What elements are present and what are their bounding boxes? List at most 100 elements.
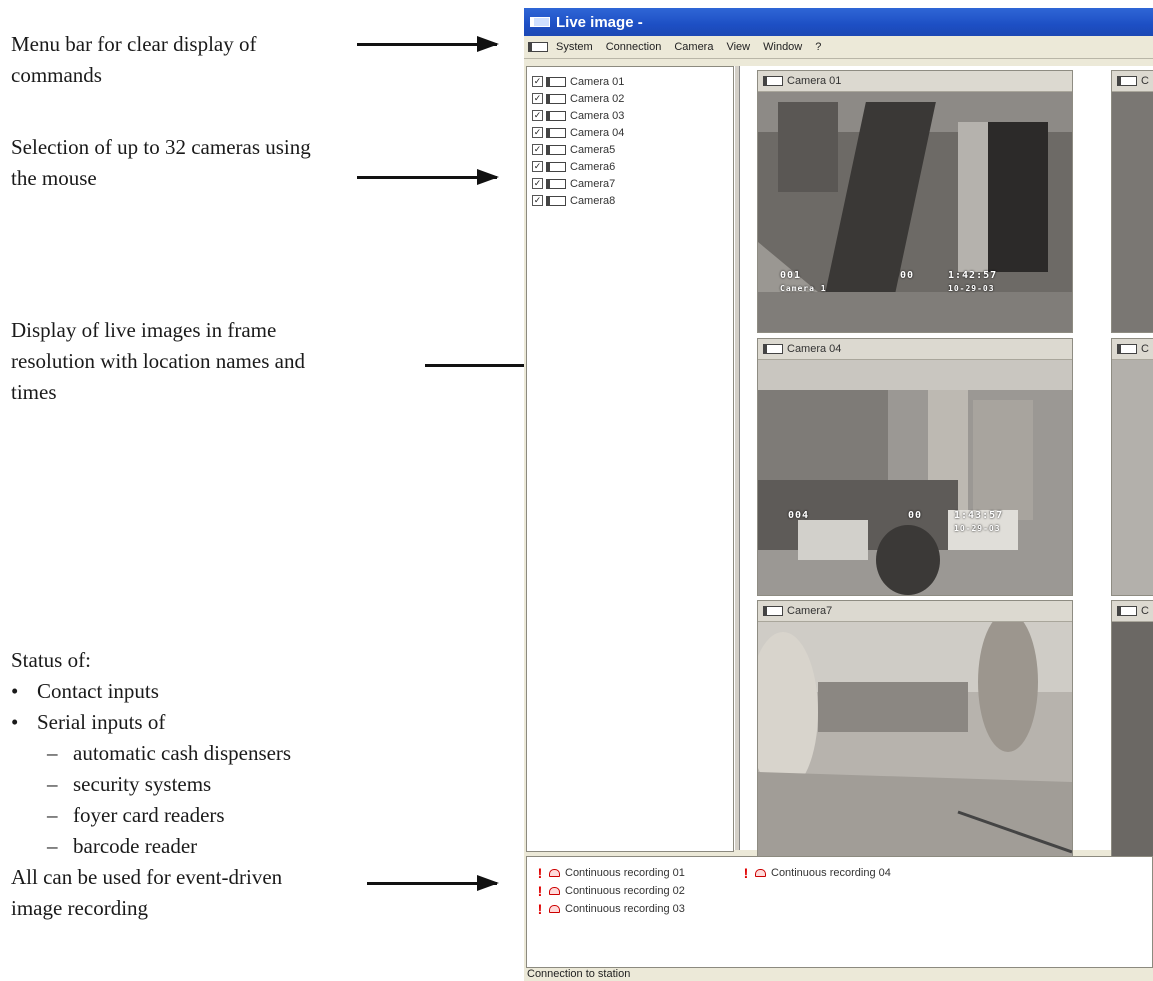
camera-checkbox[interactable]: ✓ <box>532 127 543 138</box>
sub-text: security systems <box>73 772 212 796</box>
bullet-mark: • <box>11 710 19 734</box>
osd-date: 10-29-03 <box>948 284 995 293</box>
camera-checkbox[interactable]: ✓ <box>532 161 543 172</box>
camera-icon <box>546 178 566 189</box>
menu-bar: System Connection Camera View Window ? <box>524 36 1153 59</box>
live-image <box>758 622 1072 857</box>
tile-caption: Camera7 <box>758 601 1072 622</box>
status-bar: Connection to station <box>524 968 1153 981</box>
camera-icon <box>546 93 566 104</box>
osd-camera-id: 001 <box>780 270 802 281</box>
annotation-line: Selection of up to 32 cameras using <box>11 135 311 159</box>
camera-icon <box>1117 76 1137 86</box>
annotation-line: commands <box>11 63 102 87</box>
camera-label: Camera7 <box>570 177 616 190</box>
live-view-area: Camera 01 001 00 1:42:57 Camera 1 10-29-… <box>740 66 1153 858</box>
bullet-text: Contact inputs <box>37 679 159 703</box>
camera-label: Camera6 <box>570 160 616 173</box>
camera-list-item[interactable]: ✓ Camera 03 <box>527 107 733 124</box>
camera-list-item[interactable]: ✓ Camera6 <box>527 158 733 175</box>
window-title: Live image - <box>556 13 643 31</box>
live-image-window: Live image - System Connection Camera Vi… <box>524 8 1153 981</box>
osd-date: 10-29-03 <box>954 524 1001 533</box>
alarm-icon: ! <box>537 865 543 881</box>
camera-icon <box>528 42 548 52</box>
video-tile-partial[interactable]: C <box>1111 338 1153 596</box>
camera-7-feed <box>758 622 1072 857</box>
tile-label: Camera 01 <box>787 75 842 87</box>
record-icon <box>549 869 560 877</box>
menu-view[interactable]: View <box>726 41 750 53</box>
sub-text: automatic cash dispensers <box>73 741 292 765</box>
video-tile-partial[interactable]: C <box>1111 70 1153 333</box>
title-bar[interactable]: Live image - <box>524 8 1153 36</box>
osd-time: 1:43:57 <box>954 510 1004 521</box>
bullet-mark: • <box>11 679 19 703</box>
camera-list-item[interactable]: ✓ Camera 01 <box>527 73 733 90</box>
live-image <box>1112 92 1153 332</box>
camera-icon <box>546 195 566 206</box>
camera-checkbox[interactable]: ✓ <box>532 178 543 189</box>
bullet-item: • Serial inputs of <box>11 707 291 738</box>
bullet-item: • Contact inputs <box>11 676 291 707</box>
camera-list-item[interactable]: ✓ Camera 04 <box>527 124 733 141</box>
status-heading: Status of: <box>11 648 91 672</box>
camera-icon <box>763 76 783 86</box>
tile-caption: Camera 04 <box>758 339 1072 360</box>
camera-checkbox[interactable]: ✓ <box>532 195 543 206</box>
menu-window[interactable]: Window <box>763 41 802 53</box>
menu-system[interactable]: System <box>556 41 593 53</box>
record-icon <box>755 869 766 877</box>
camera-checkbox[interactable]: ✓ <box>532 76 543 87</box>
annotation-line: Display of live images in frame <box>11 318 277 342</box>
video-tile[interactable]: Camera 04 004 00 1:43:57 10-29-03 <box>757 338 1073 596</box>
event-status-panel: ! Continuous recording 01 ! Continuous rec… <box>526 856 1153 968</box>
camera-01-feed <box>758 92 1072 332</box>
camera-checkbox[interactable]: ✓ <box>532 110 543 121</box>
annotation-status: Status of: • Contact inputs • Serial input… <box>11 645 291 924</box>
camera-icon <box>530 17 550 27</box>
menu-help[interactable]: ? <box>815 41 821 53</box>
sub-item: – security systems <box>11 769 291 800</box>
camera-list-item[interactable]: ✓ Camera7 <box>527 175 733 192</box>
sub-text: foyer card readers <box>73 803 225 827</box>
sub-item: – foyer card readers <box>11 800 291 831</box>
camera-icon <box>546 110 566 121</box>
camera-list-item[interactable]: ✓ Camera 02 <box>527 90 733 107</box>
tile-label: C <box>1141 75 1149 87</box>
video-tile[interactable]: Camera7 <box>757 600 1073 858</box>
event-item[interactable]: ! Continuous recording 01 <box>531 865 685 881</box>
camera-list-item[interactable]: ✓ Camera8 <box>527 192 733 209</box>
camera-icon <box>763 344 783 354</box>
osd-camera-id: 004 <box>788 510 810 521</box>
tile-caption: Camera 01 <box>758 71 1072 92</box>
menu-camera[interactable]: Camera <box>674 41 713 53</box>
camera-label: Camera8 <box>570 194 616 207</box>
camera-icon <box>1117 606 1137 616</box>
camera-list: ✓ Camera 01 ✓ Camera 02 ✓ Camera 03 ✓ Camera… <box>526 66 734 852</box>
event-item[interactable]: ! Continuous recording 03 <box>531 901 685 917</box>
camera-label: Camera5 <box>570 143 616 156</box>
dash-mark: – <box>47 834 58 858</box>
alarm-icon: ! <box>537 901 543 917</box>
annotation-line: times <box>11 380 57 404</box>
live-image: 004 00 1:43:57 10-29-03 <box>758 360 1072 595</box>
osd-time: 1:42:57 <box>948 270 998 281</box>
camera-label: Camera 04 <box>570 126 625 139</box>
event-item[interactable]: ! Continuous recording 02 <box>531 883 685 899</box>
annotation-live-images: Display of live images in frame resoluti… <box>11 315 305 408</box>
camera-list-item[interactable]: ✓ Camera5 <box>527 141 733 158</box>
tile-label: Camera7 <box>787 605 833 617</box>
camera-icon <box>546 76 566 87</box>
video-tile[interactable]: Camera 01 001 00 1:42:57 Camera 1 10-29-… <box>757 70 1073 333</box>
live-image: 001 00 1:42:57 Camera 1 10-29-03 <box>758 92 1072 332</box>
annotation-line: resolution with location names and <box>11 349 305 373</box>
sub-text: barcode reader <box>73 834 198 858</box>
live-image <box>1112 622 1153 857</box>
dash-mark: – <box>47 741 58 765</box>
camera-checkbox[interactable]: ✓ <box>532 144 543 155</box>
menu-connection[interactable]: Connection <box>606 41 662 53</box>
video-tile-partial[interactable]: C <box>1111 600 1153 858</box>
camera-checkbox[interactable]: ✓ <box>532 93 543 104</box>
event-item[interactable]: ! Continuous recording 04 <box>737 865 891 881</box>
